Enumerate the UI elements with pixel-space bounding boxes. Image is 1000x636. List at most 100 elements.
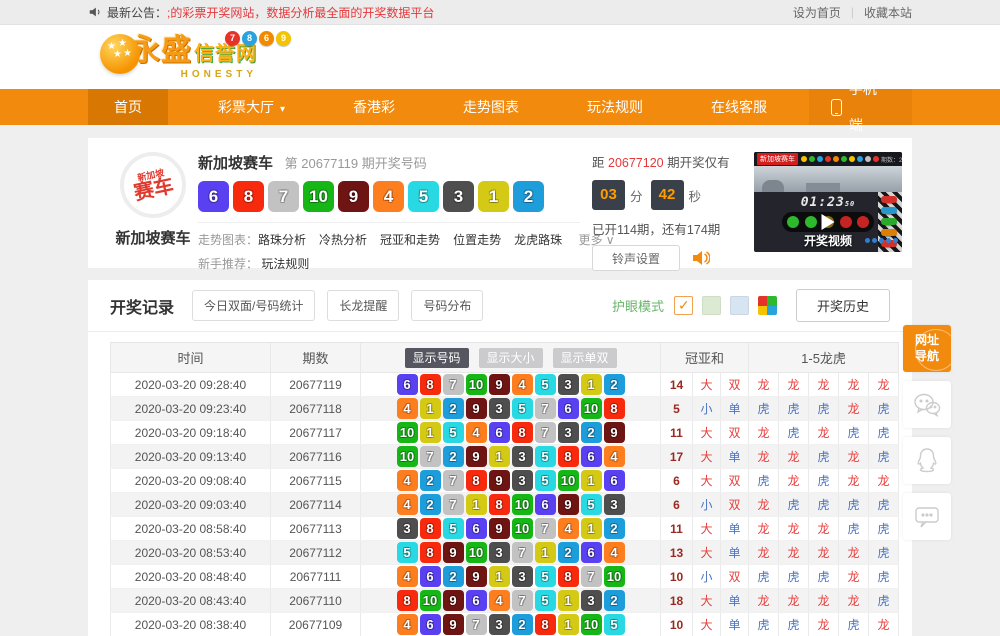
wechat-button[interactable] [903,381,951,428]
records-title: 开奖记录 [110,294,174,318]
numbers-cell: 46291358710 [361,565,661,589]
lottery-ball: 8 [233,181,264,212]
result-row: 2020-03-20 09:08:4020677115427893510166大… [111,469,899,493]
lottery-ball: 6 [604,470,625,491]
favorite-link[interactable]: 收藏本站 [864,4,912,21]
lottery-ball: 3 [558,374,579,395]
dragon-tiger-cell: 龙 [839,469,869,493]
records-tool-button[interactable]: 长龙提醒 [327,290,399,321]
announcement-bar: 最新公告： ;的彩票开奖网站，数据分析最全面的开奖数据平台 设为首页 | 收藏本… [0,0,1000,25]
eye-mode-option-default[interactable] [674,296,693,315]
lottery-ball: 1 [489,446,510,467]
history-button[interactable]: 开奖历史 [796,289,890,322]
set-home-link[interactable]: 设为首页 [793,4,841,21]
speaker-icon [88,5,102,19]
dragon-tiger-cell: 龙 [779,373,809,397]
bell-settings-button[interactable]: 铃声设置 [592,245,680,271]
content: 新加坡 赛车 新加坡赛车 新加坡赛车 第 20677119 期开奖号码 6871… [0,125,1000,636]
lottery-ball: 10 [512,518,533,539]
logo-lottery-ball: 6 [259,31,274,46]
lottery-ball: 8 [558,446,579,467]
records-tool-button[interactable]: 今日双面/号码统计 [192,290,315,321]
newbie-row: 新手推荐： 玩法规则 [198,255,580,272]
dragon-tiger-cell: 虎 [809,565,839,589]
nav-item-trend-charts[interactable]: 走势图表 [437,89,545,125]
trend-link[interactable]: 冷热分析 [319,233,367,247]
lottery-ball: 2 [420,470,441,491]
nav-item-play-rules[interactable]: 玩法规则 [561,89,669,125]
lottery-ball: 2 [443,566,464,587]
dragon-tiger-cell: 龙 [839,541,869,565]
page: 最新公告： ;的彩票开奖网站，数据分析最全面的开奖数据平台 设为首页 | 收藏本… [0,0,1000,636]
dragon-tiger-cell: 虎 [779,397,809,421]
live-video-thumbnail[interactable]: 新加坡赛车 期数：247 01:2350 开奖视频 [754,152,902,252]
lottery-ball: 8 [466,470,487,491]
eye-mode-option-blue[interactable] [730,296,749,315]
lottery-ball: 1 [420,398,441,419]
dragon-tiger-cell: 虎 [839,613,869,636]
nav-item-mobile[interactable]: 手机端 [809,89,912,125]
dragon-tiger-cell: 虎 [809,493,839,517]
trend-link[interactable]: 位置走势 [453,233,501,247]
lottery-ball: 5 [535,566,556,587]
trend-link[interactable]: 路珠分析 [258,233,306,247]
col-dragon-tiger-group: 1-5龙虎 [749,343,899,373]
nav-item-home[interactable]: 首页 [88,89,168,125]
lottery-ball: 1 [489,566,510,587]
draw-info: 新加坡赛车 第 20677119 期开奖号码 68710945312 走势图表：… [196,152,580,254]
parity-cell: 单 [721,517,749,541]
dragon-tiger-cell: 虎 [869,589,899,613]
display-mode-button[interactable]: 显示号码 [405,348,469,368]
lottery-ball: 8 [535,614,556,635]
lottery-ball: 7 [443,494,464,515]
lottery-ball: 4 [397,398,418,419]
size-cell: 大 [693,613,721,636]
result-row: 2020-03-20 09:18:40206771171015468732911… [111,421,899,445]
site-logo[interactable]: ★★ ★★ 永盛信誉网 HONESTY 7869 [100,34,257,80]
parity-cell: 双 [721,421,749,445]
trend-link[interactable]: 龙虎路珠 [514,233,562,247]
trend-label: 走势图表： [198,233,258,247]
lottery-ball: 1 [558,614,579,635]
video-skyline [754,166,902,192]
nav-item-online-service[interactable]: 在线客服 [685,89,793,125]
numbers-cell: 58910371264 [361,541,661,565]
logo-en: HONESTY [130,69,257,80]
dragon-tiger-cell: 虎 [809,445,839,469]
chat-button[interactable] [903,493,951,540]
dragon-tiger-cell: 龙 [869,373,899,397]
lottery-ball: 4 [373,181,404,212]
lottery-ball: 4 [466,422,487,443]
nav-item-hongkong[interactable]: 香港彩 [327,89,421,125]
dragon-tiger-cell: 龙 [749,493,779,517]
floating-sidebar: 网址导航 [903,325,951,549]
lottery-ball: 10 [581,398,602,419]
qq-button[interactable] [903,437,951,484]
numbers-cell: 10154687329 [361,421,661,445]
display-mode-button[interactable]: 显示大小 [479,348,543,368]
records-tool-button[interactable]: 号码分布 [411,290,483,321]
parity-cell: 单 [721,397,749,421]
nav-item-lottery-hall[interactable]: 彩票大厅▾ [192,89,311,125]
size-cell: 大 [693,373,721,397]
trend-link[interactable]: 冠亚和走势 [380,233,440,247]
lottery-ball: 3 [512,566,533,587]
time-cell: 2020-03-20 08:58:40 [111,517,271,541]
lottery-ball: 1 [581,518,602,539]
dragon-tiger-cell: 龙 [869,613,899,636]
eye-mode-option-multicolor[interactable] [758,296,777,315]
site-nav-button[interactable]: 网址导航 [903,325,951,372]
display-mode-button[interactable]: 显示单双 [553,348,617,368]
sum-cell: 13 [661,541,693,565]
col-time: 时间 [111,343,271,373]
eye-mode-option-green[interactable] [702,296,721,315]
parity-cell: 单 [721,541,749,565]
dragon-tiger-cell: 虎 [779,565,809,589]
rules-link[interactable]: 玩法规则 [261,257,309,271]
play-icon[interactable] [822,214,835,230]
draw-issue-line: 第 20677119 期开奖号码 [285,156,427,171]
lottery-ball: 6 [581,542,602,563]
size-cell: 大 [693,541,721,565]
volume-icon[interactable] [692,250,710,266]
lottery-ball: 4 [397,566,418,587]
